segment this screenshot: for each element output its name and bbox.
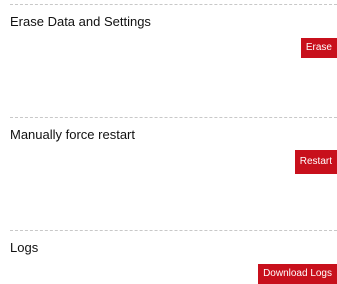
restart-section: Manually force restart Restart <box>10 110 337 220</box>
section-divider <box>10 230 337 231</box>
logs-section-title: Logs <box>10 240 39 255</box>
restart-button[interactable]: Restart <box>294 150 337 174</box>
erase-button[interactable]: Erase <box>300 38 337 58</box>
download-logs-button[interactable]: Download Logs <box>258 264 337 284</box>
section-divider <box>10 4 337 5</box>
restart-section-title: Manually force restart <box>10 127 135 142</box>
erase-section: Erase Data and Settings Erase <box>10 0 337 110</box>
erase-section-title: Erase Data and Settings <box>10 14 151 29</box>
logs-section: Logs Download Logs <box>10 220 337 284</box>
section-divider <box>10 117 337 118</box>
